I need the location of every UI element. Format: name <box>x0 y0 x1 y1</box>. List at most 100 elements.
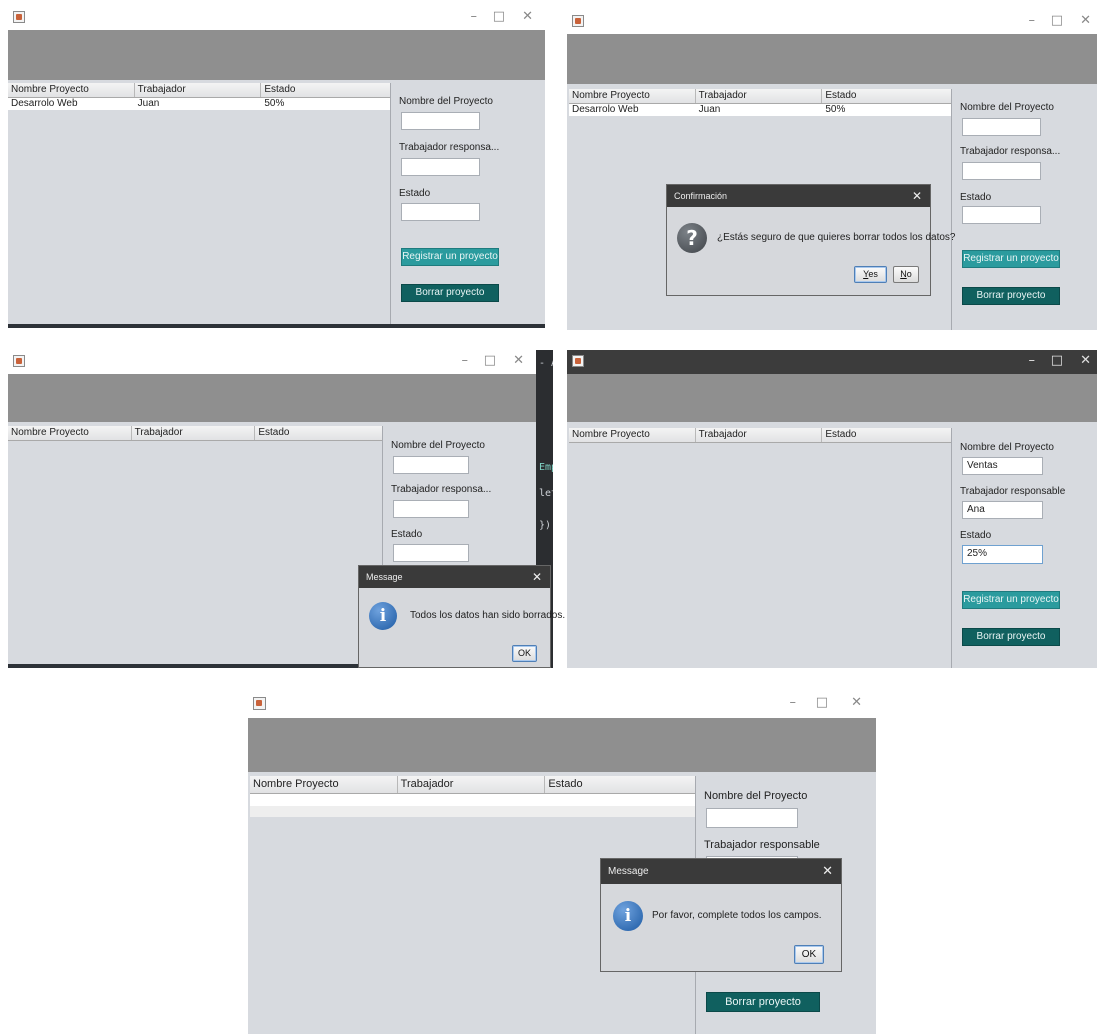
close-icon[interactable]: ✕ <box>851 696 862 710</box>
maximize-icon[interactable]: □ <box>484 354 496 368</box>
app-window-2: – □ ✕ Nombre Proyecto Trabajador Estado … <box>567 10 1097 330</box>
column-header-trabajador[interactable]: Trabajador <box>135 83 262 97</box>
label-estado: Estado <box>960 192 992 203</box>
dialog-title[interactable]: Message <box>601 859 841 884</box>
delete-project-button[interactable]: Borrar proyecto <box>962 628 1060 646</box>
close-icon[interactable]: ✕ <box>912 185 922 207</box>
dialog-title[interactable]: Confirmación <box>667 185 930 207</box>
column-header-nombre[interactable]: Nombre Proyecto <box>569 428 696 442</box>
project-form: Nombre del Proyecto Ventas Trabajador re… <box>960 442 1095 652</box>
project-form: Nombre del Proyecto Trabajador responsa.… <box>391 440 531 570</box>
projects-table[interactable]: Nombre Proyecto Trabajador Estado Desarr… <box>8 83 391 328</box>
title-bar[interactable]: – □ ✕ <box>567 10 1097 34</box>
close-icon[interactable]: ✕ <box>1080 14 1091 28</box>
table-cell <box>250 794 398 806</box>
question-icon: ? <box>677 223 707 253</box>
nombre-input[interactable] <box>401 112 480 130</box>
table-header: Nombre Proyecto Trabajador Estado <box>569 428 951 443</box>
ide-text: - Ap <box>539 358 553 369</box>
title-bar[interactable]: – □ ✕ <box>8 6 545 30</box>
nombre-input[interactable] <box>393 456 469 474</box>
column-header-estado[interactable]: Estado <box>261 83 390 97</box>
ide-text: lete <box>539 488 553 499</box>
label-estado: Estado <box>391 529 423 540</box>
confirm-dialog: Confirmación ✕ ? ¿Estás seguro de que qu… <box>666 184 955 296</box>
minimize-icon[interactable]: – <box>471 10 478 24</box>
column-header-estado[interactable]: Estado <box>822 428 951 442</box>
label-trabajador: Trabajador responsa... <box>399 142 500 153</box>
dialog-title[interactable]: Message <box>359 566 550 588</box>
delete-project-button[interactable]: Borrar proyecto <box>962 287 1060 305</box>
table-cell: Desarrolo Web <box>572 104 639 115</box>
column-header-nombre[interactable]: Nombre Proyecto <box>569 89 696 103</box>
projects-table[interactable]: Nombre Proyecto Trabajador Estado <box>569 428 952 668</box>
estado-input[interactable] <box>962 206 1041 224</box>
minimize-icon[interactable]: – <box>1029 354 1036 368</box>
table-cell: 50% <box>825 104 846 115</box>
label-trabajador: Trabajador responsa... <box>960 146 1061 157</box>
table-row[interactable] <box>250 794 695 806</box>
no-button[interactable]: No <box>893 266 919 283</box>
ok-button[interactable]: OK <box>512 645 537 662</box>
estado-input[interactable] <box>401 203 480 221</box>
trabajador-input[interactable]: Ana <box>962 501 1043 519</box>
maximize-icon[interactable]: □ <box>1051 14 1063 28</box>
label-trabajador: Trabajador responsa... <box>391 484 492 495</box>
table-row-empty[interactable] <box>250 806 695 817</box>
table-row[interactable]: Desarrolo Web Juan 50% <box>569 104 951 116</box>
yes-button[interactable]: Yes <box>854 266 887 283</box>
nombre-input[interactable] <box>962 118 1041 136</box>
register-project-button[interactable]: Registrar un proyecto <box>401 248 499 266</box>
estado-input[interactable]: 25% <box>962 545 1043 564</box>
column-header-estado[interactable]: Estado <box>545 776 695 793</box>
minimize-icon[interactable]: – <box>1029 14 1036 28</box>
column-header-trabajador[interactable]: Trabajador <box>696 89 823 103</box>
trabajador-input[interactable] <box>962 162 1041 180</box>
column-header-nombre[interactable]: Nombre Proyecto <box>250 776 398 793</box>
delete-project-button[interactable]: Borrar proyecto <box>706 992 820 1012</box>
column-header-trabajador[interactable]: Trabajador <box>398 776 546 793</box>
close-icon[interactable]: ✕ <box>822 859 833 884</box>
dialog-message: Por favor, complete todos los campos. <box>652 910 822 921</box>
register-project-button[interactable]: Registrar un proyecto <box>962 250 1060 268</box>
column-header-estado[interactable]: Estado <box>255 426 382 440</box>
label-nombre: Nombre del Proyecto <box>399 96 493 107</box>
register-project-button[interactable]: Registrar un proyecto <box>962 591 1060 609</box>
title-bar[interactable]: – □ ✕ <box>248 690 876 718</box>
column-header-nombre[interactable]: Nombre Proyecto <box>8 426 132 440</box>
nombre-input[interactable]: Ventas <box>962 457 1043 475</box>
ok-button[interactable]: OK <box>794 945 824 964</box>
close-icon[interactable]: ✕ <box>532 566 542 588</box>
maximize-icon[interactable]: □ <box>1051 354 1063 368</box>
ide-text: }); <box>539 520 553 531</box>
table-cell <box>398 794 546 806</box>
label-estado: Estado <box>399 188 431 199</box>
maximize-icon[interactable]: □ <box>493 10 505 24</box>
estado-input[interactable] <box>393 544 469 562</box>
nombre-input[interactable] <box>706 808 798 828</box>
close-icon[interactable]: ✕ <box>522 10 533 24</box>
java-app-icon <box>13 355 25 367</box>
title-bar[interactable]: – □ ✕ <box>8 350 536 374</box>
table-row[interactable]: Desarrolo Web Juan 50% <box>8 98 390 110</box>
projects-table[interactable]: Nombre Proyecto Trabajador Estado <box>8 426 383 664</box>
title-bar[interactable]: – □ ✕ <box>567 350 1097 374</box>
delete-project-button[interactable]: Borrar proyecto <box>401 284 499 302</box>
table-header: Nombre Proyecto Trabajador Estado <box>8 83 390 98</box>
label-nombre: Nombre del Proyecto <box>960 102 1054 113</box>
table-cell: Juan <box>698 104 721 115</box>
label-estado: Estado <box>960 530 992 541</box>
close-icon[interactable]: ✕ <box>513 354 524 368</box>
column-header-estado[interactable]: Estado <box>822 89 951 103</box>
label-nombre: Nombre del Proyecto <box>960 442 1054 453</box>
column-header-trabajador[interactable]: Trabajador <box>132 426 256 440</box>
minimize-icon[interactable]: – <box>790 696 797 710</box>
maximize-icon[interactable]: □ <box>816 696 828 710</box>
minimize-icon[interactable]: – <box>462 354 469 368</box>
column-header-nombre[interactable]: Nombre Proyecto <box>8 83 135 97</box>
app-window-1: – □ ✕ Nombre Proyecto Trabajador Estado … <box>8 6 545 328</box>
close-icon[interactable]: ✕ <box>1080 354 1091 368</box>
trabajador-input[interactable] <box>393 500 469 518</box>
trabajador-input[interactable] <box>401 158 480 176</box>
column-header-trabajador[interactable]: Trabajador <box>696 428 823 442</box>
